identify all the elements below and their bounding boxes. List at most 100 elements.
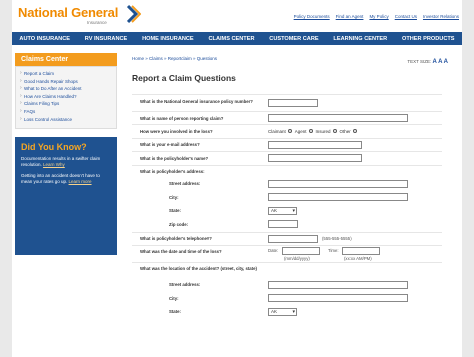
text-size-options[interactable]: A A A xyxy=(433,59,448,65)
city-2-label: City: xyxy=(169,295,179,301)
zip-input[interactable] xyxy=(268,220,298,229)
city-input[interactable] xyxy=(268,193,408,202)
form-row-state-2: State: AK xyxy=(132,306,442,319)
street-2-label: Street address: xyxy=(169,282,201,288)
policyholder-name-input[interactable] xyxy=(268,154,362,163)
sidebar-title: Claims Center xyxy=(15,53,117,66)
header: National General Insurance Policy Docume… xyxy=(12,0,462,30)
city-label: City: xyxy=(169,194,179,200)
form-row-city: City: xyxy=(132,191,442,204)
state-select[interactable]: AK xyxy=(268,206,297,215)
form-row-state: State: AK xyxy=(132,205,442,218)
date-label: Date: xyxy=(268,248,279,254)
sidebar-item-report-claim[interactable]: Report a Claim xyxy=(20,70,112,78)
sidebar-item-claims-handled[interactable]: How Are Claims Handled? xyxy=(20,93,112,101)
form-row-phone: What is policyholder's telephone#? (555-… xyxy=(132,231,442,245)
nav-customer-care[interactable]: CUSTOMER CARE xyxy=(269,36,318,42)
sidebar-list: Report a Claim Good Hands Repair Shops W… xyxy=(15,66,117,130)
form-row-street-2: Street address: xyxy=(132,279,442,292)
top-link-my-policy[interactable]: My Policy xyxy=(369,14,388,19)
form-row-datetime: What was the date and time of the loss? … xyxy=(132,244,442,262)
form-row-city-2: City: xyxy=(132,292,442,305)
state-2-select[interactable]: AK xyxy=(268,307,297,316)
sidebar: Claims Center Report a Claim Good Hands … xyxy=(15,53,117,256)
top-link-investor-relations[interactable]: Investor Relations xyxy=(423,14,459,19)
street-label: Street address: xyxy=(169,181,201,187)
form-row-email: What is your e-mail address? xyxy=(132,137,442,151)
top-link-find-agent[interactable]: Find an Agent xyxy=(336,14,364,19)
learn-why-link[interactable]: Learn Why xyxy=(43,162,65,167)
involvement-label: How were you involved in the loss? xyxy=(140,128,213,134)
text-size-control: TEXT SIZE: A A A xyxy=(407,59,448,65)
radio-claimant[interactable] xyxy=(287,129,292,134)
form-row-involved: How were you involved in the loss? Claim… xyxy=(132,124,442,137)
phone-hint: (555-555-5555) xyxy=(322,236,352,242)
did-you-know-title: Did You Know? xyxy=(21,142,87,153)
phone-input[interactable] xyxy=(268,234,318,243)
date-input[interactable] xyxy=(282,246,320,255)
sidebar-item-repair-shops[interactable]: Good Hands Repair Shops xyxy=(20,78,112,86)
form-row-policyholder-name: What is the policyholder's name? xyxy=(132,151,442,164)
logo-subtitle: Insurance xyxy=(87,20,107,25)
time-input[interactable] xyxy=(342,246,380,255)
did-you-know-tip-2: Getting into an accident doesn't have to… xyxy=(21,173,111,185)
email-label: What is your e-mail address? xyxy=(140,142,200,148)
radio-other-label: Other xyxy=(339,128,351,134)
sidebar-item-after-accident[interactable]: What to Do After an Accident xyxy=(20,85,112,93)
radio-claimant-label: Claimant xyxy=(268,128,286,134)
form-row-street: Street address: xyxy=(132,178,442,191)
page: National General Insurance Policy Docume… xyxy=(12,0,462,357)
city-2-input[interactable] xyxy=(268,294,408,303)
form-row-name: What is name of person reporting claim? xyxy=(132,111,442,124)
sidebar-item-faqs[interactable]: FAQs xyxy=(20,108,112,116)
form-row-zip: Zip code: xyxy=(132,218,442,231)
text-size-label: TEXT SIZE: xyxy=(407,59,432,64)
reporter-name-input[interactable] xyxy=(268,114,408,122)
nav-learning-center[interactable]: LEARNING CENTER xyxy=(333,36,387,42)
radio-other[interactable] xyxy=(352,129,357,134)
nav-rv-insurance[interactable]: RV INSURANCE xyxy=(85,36,127,42)
main-nav: AUTO INSURANCE RV INSURANCE HOME INSURAN… xyxy=(12,32,462,45)
radio-agent[interactable] xyxy=(308,129,313,134)
sidebar-item-loss-control[interactable]: Loss Control Assistance xyxy=(20,116,112,124)
did-you-know-panel: Did You Know? Documentation results in a… xyxy=(15,137,117,256)
learn-more-link[interactable]: Learn more xyxy=(69,179,92,184)
nav-auto-insurance[interactable]: AUTO INSURANCE xyxy=(19,36,70,42)
time-label: Time: xyxy=(328,248,339,254)
policy-number-label: What is the National General insurance p… xyxy=(140,98,253,104)
sidebar-item-filing-tips[interactable]: Claims Filing Tips xyxy=(20,100,112,108)
datetime-label: What was the date and time of the loss? xyxy=(140,249,222,255)
radio-insured-label: Insured xyxy=(315,128,331,134)
policyholder-name-label: What is the policyholder's name? xyxy=(140,155,209,161)
form-row-policyholder-address: What is policyholder's address: xyxy=(132,164,442,178)
email-input[interactable] xyxy=(268,140,362,149)
form-row-policy: What is the National General insurance p… xyxy=(132,94,442,111)
top-link-contact-us[interactable]: Contact Us xyxy=(395,14,417,19)
involvement-radio-group: Claimant Agent Insured Other xyxy=(268,129,358,134)
radio-insured[interactable] xyxy=(332,129,337,134)
logo[interactable]: National General xyxy=(18,5,118,20)
nav-claims-center[interactable]: CLAIMS CENTER xyxy=(208,36,254,42)
did-you-know-tip-1: Documentation results in a swifter claim… xyxy=(21,156,111,168)
top-links: Policy Documents Find an Agent My Policy… xyxy=(294,14,459,19)
nav-home-insurance[interactable]: HOME INSURANCE xyxy=(142,36,194,42)
state-2-label: State: xyxy=(169,309,181,315)
zip-label: Zip code: xyxy=(169,221,189,227)
form-row-location: What was the location of the accident? (… xyxy=(132,261,442,279)
phone-label: What is policyholder's telephone#? xyxy=(140,236,212,242)
nav-other-products[interactable]: OTHER PRODUCTS xyxy=(402,36,455,42)
street-2-input[interactable] xyxy=(268,280,408,289)
page-title: Report a Claim Questions xyxy=(132,73,236,83)
breadcrumb[interactable]: Home » Claims » Reportclaim » Questions xyxy=(132,56,217,61)
main-content: Home » Claims » Reportclaim » Questions … xyxy=(130,53,460,357)
top-link-policy-documents[interactable]: Policy Documents xyxy=(294,14,330,19)
location-label: What was the location of the accident? (… xyxy=(140,266,257,272)
radio-agent-label: Agent xyxy=(294,128,307,134)
street-input[interactable] xyxy=(268,179,408,188)
policyholder-address-label: What is policyholder's address: xyxy=(140,169,205,175)
logo-chevron-icon xyxy=(126,4,141,24)
state-label: State: xyxy=(169,208,181,214)
date-hint: (mm/dd/yyyy) xyxy=(284,256,310,262)
reporter-name-label: What is name of person reporting claim? xyxy=(140,115,224,121)
policy-number-input[interactable] xyxy=(268,99,318,107)
